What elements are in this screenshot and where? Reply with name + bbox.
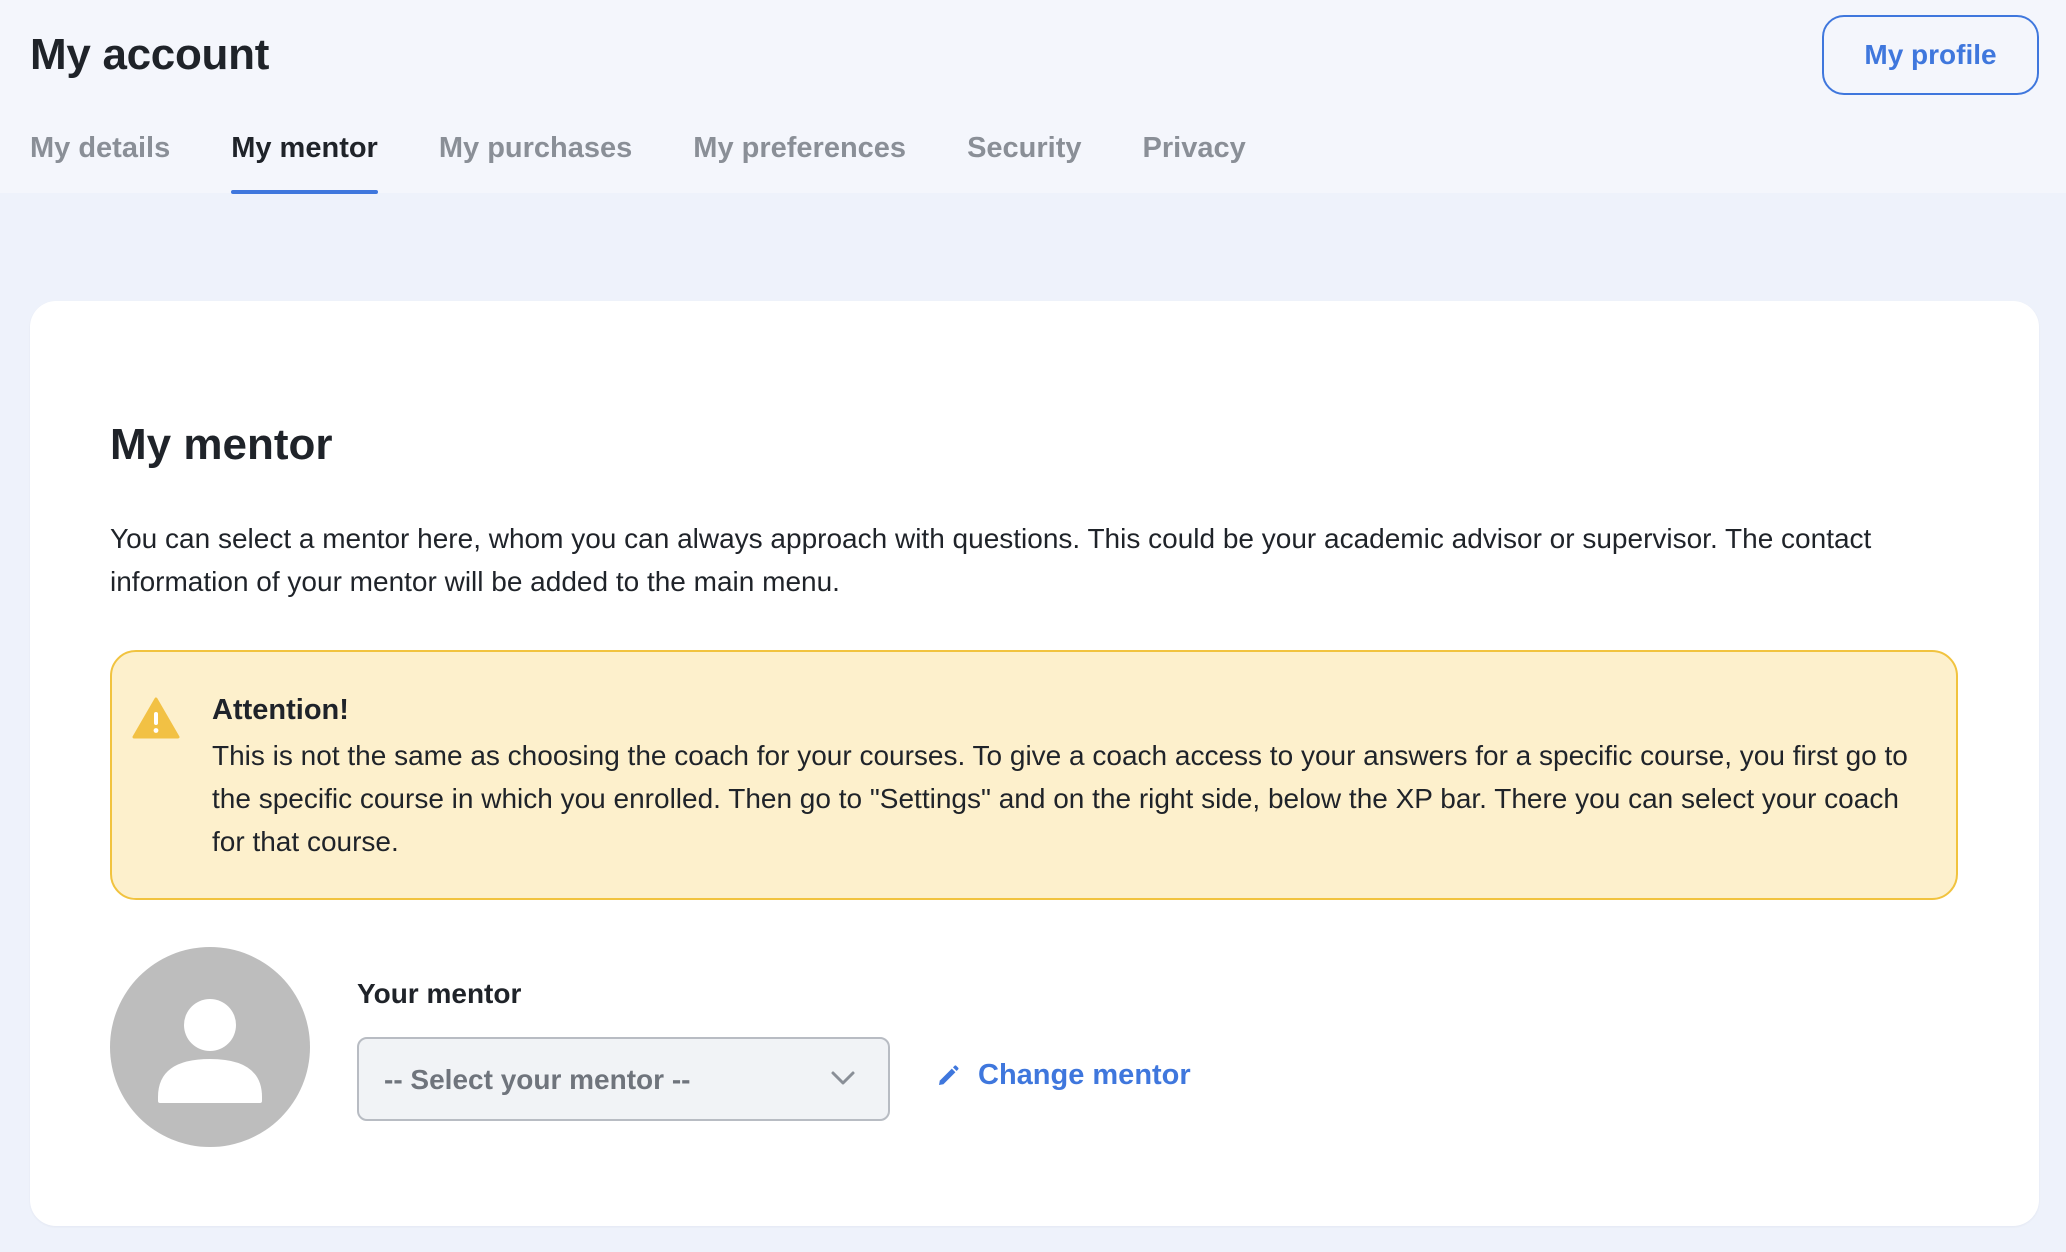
page-header: My account My profile My details My ment…: [0, 0, 2066, 194]
mentor-label: Your mentor: [357, 978, 522, 1009]
tab-my-mentor[interactable]: My mentor: [231, 132, 378, 194]
user-placeholder-icon: [158, 999, 262, 1103]
alert-body: This is not the same as choosing the coa…: [212, 740, 1908, 857]
account-tabs: My details My mentor My purchases My pre…: [30, 132, 1307, 194]
section-title: My mentor: [110, 420, 333, 469]
mentor-card: My mentor You can select a mentor here, …: [30, 301, 2039, 1226]
chevron-down-icon: [831, 1071, 855, 1085]
attention-alert: Attention! This is not the same as choos…: [110, 650, 1958, 900]
intro-text: You can select a mentor here, whom you c…: [110, 523, 1872, 597]
avatar: [110, 947, 310, 1147]
alert-title: Attention!: [212, 694, 349, 726]
warning-icon: [132, 697, 180, 739]
change-mentor-link[interactable]: Change mentor: [936, 1059, 1191, 1092]
tab-my-preferences[interactable]: My preferences: [693, 132, 906, 194]
mentor-select[interactable]: -- Select your mentor --: [357, 1037, 890, 1121]
change-mentor-label: Change mentor: [978, 1059, 1191, 1091]
tab-my-purchases[interactable]: My purchases: [439, 132, 632, 194]
pencil-icon: [939, 1064, 959, 1085]
page-title: My account: [30, 30, 270, 79]
tab-privacy[interactable]: Privacy: [1143, 132, 1246, 194]
tab-security[interactable]: Security: [967, 132, 1081, 194]
my-profile-button[interactable]: My profile: [1822, 15, 2039, 95]
tab-my-details[interactable]: My details: [30, 132, 170, 194]
mentor-select-value: -- Select your mentor --: [384, 1064, 691, 1095]
